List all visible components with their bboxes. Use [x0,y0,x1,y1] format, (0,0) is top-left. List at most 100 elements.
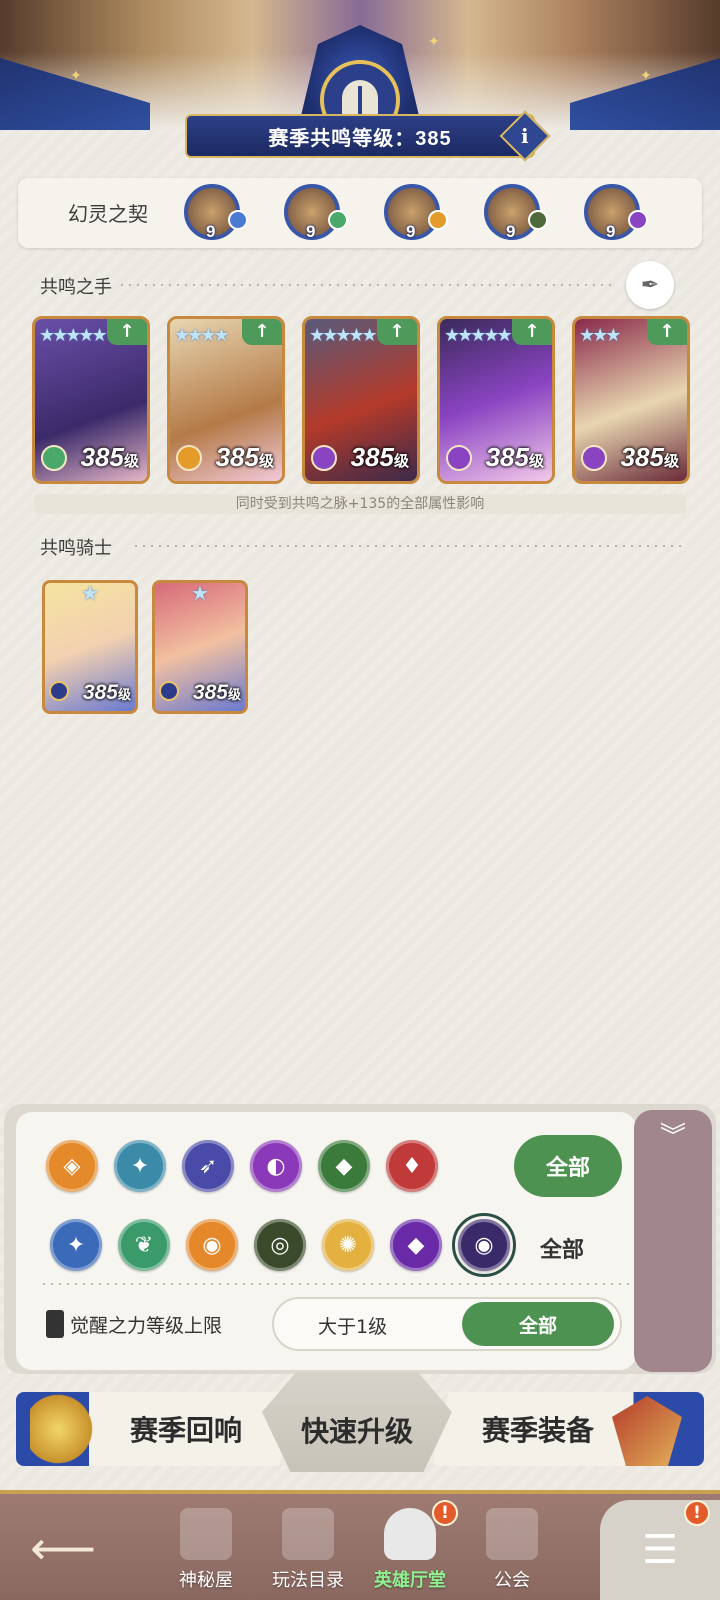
hero-level-unit: 级 [663,453,679,470]
fire-element-icon[interactable]: ◉ [186,1219,238,1271]
sparkle-icon: ✦ [428,34,440,50]
element-badge-icon [628,210,648,230]
support-class-icon[interactable]: ◐ [250,1140,302,1192]
hero-level: 385级 [621,442,679,473]
chevron-down-double-icon: ︾ [659,1122,686,1152]
awaken-level-value[interactable]: 大于1级 [318,1312,387,1339]
edit-feather-button[interactable]: ✒ [626,261,674,309]
knight-level: 385级 [193,681,241,705]
menu-icon: ☰ [642,1527,678,1573]
hero-level-value: 385 [80,442,124,472]
resonance-hero-card[interactable]: ★★★★★ ↑ 385级 [302,316,420,484]
phantom-level: 9 [406,222,416,241]
quick-upgrade-button[interactable]: 快速升级 [262,1372,452,1472]
feather-icon: ✒ [640,272,660,298]
hero-level-unit: 级 [123,453,139,470]
earth-element-icon[interactable]: ◎ [254,1219,306,1271]
resonance-hero-card[interactable]: ★★★ ↑ 385级 [572,316,690,484]
element-badge-icon [328,210,348,230]
hero-level: 385级 [81,442,139,473]
info-icon: i [521,123,529,148]
knight-star: ★ [191,581,209,605]
nav-gameplay-catalog[interactable]: 玩法目录 [258,1496,358,1600]
upgrade-arrow-icon[interactable]: ↑ [377,319,417,345]
hero-element-icon [581,445,607,471]
warrior-class-icon[interactable]: ♦ [386,1140,438,1192]
nav-label: 神秘屋 [179,1570,233,1591]
resonance-hero-card[interactable]: ★★★★★ ↑ 385级 [437,316,555,484]
hero-stars: ★★★★★ [444,325,513,346]
shield-class-icon[interactable]: ◈ [46,1140,98,1192]
hero-element-icon [41,445,67,471]
water-element-icon[interactable]: ✦ [50,1219,102,1271]
phantom-contract-item[interactable]: 9 [284,184,350,241]
season-echo-label: 赛季回响 [129,1414,242,1447]
knight-star: ★ [81,581,99,605]
resonance-hero-card[interactable]: ★★★★★ ↑ 385级 [32,316,150,484]
hero-level: 385级 [216,442,274,473]
collapse-filter-button[interactable]: ︾ [634,1110,712,1372]
dark-element-icon[interactable]: ◆ [390,1219,442,1271]
resonance-knight-card[interactable]: ★ 385级 [152,580,248,714]
void-element-icon[interactable]: ◉ [452,1213,516,1277]
upgrade-arrow-icon[interactable]: ↑ [107,319,147,345]
nav-mystery-house[interactable]: 神秘屋 [156,1496,256,1600]
menu-alert-badge: ! [684,1500,710,1526]
hero-level-value: 385 [620,442,664,472]
class-filter-all-button[interactable]: 全部 [514,1135,622,1197]
phantom-contract-item[interactable]: 9 [484,184,550,241]
resonance-knight-card[interactable]: ★ 385级 [42,580,138,714]
nav-label: 玩法目录 [272,1570,344,1591]
knight-badge-icon [159,681,179,701]
assassin-class-icon[interactable]: ◆ [318,1140,370,1192]
knight-level-unit: 级 [227,687,241,702]
hero-stars: ★★★★ [174,325,230,346]
hero-element-icon [176,445,202,471]
light-element-icon[interactable]: ✺ [322,1219,374,1271]
guild-crossed-swords-icon [486,1508,538,1560]
hero-stars: ★★★ [579,325,621,346]
phantom-level: 9 [606,222,616,241]
phantom-contract-item[interactable]: 9 [584,184,650,241]
mage-class-icon[interactable]: ✦ [114,1140,166,1192]
nav-guild[interactable]: 公会 [462,1496,562,1600]
mystery-house-icon [180,1508,232,1560]
phantom-contract-item[interactable]: 9 [184,184,250,241]
awaken-level-all-button[interactable]: 全部 [462,1302,614,1346]
phantom-level: 9 [306,222,316,241]
season-echo-icon [30,1392,100,1466]
phantom-level: 9 [206,222,216,241]
element-filter-all-button[interactable]: 全部 [540,1232,584,1264]
hero-level-unit: 级 [258,453,274,470]
resonance-knight-title: 共鸣骑士 [40,538,112,559]
resonance-hero-card[interactable]: ★★★★ ↑ 385级 [167,316,285,484]
hero-level-value: 385 [215,442,259,472]
hero-level-unit: 级 [528,453,544,470]
gameplay-catalog-icon [282,1508,334,1560]
knight-level-value: 385 [82,681,118,704]
upgrade-arrow-icon[interactable]: ↑ [647,319,687,345]
back-arrow-button[interactable]: ⟵ [30,1520,96,1576]
sparkle-icon: ✦ [640,68,652,84]
hero-level: 385级 [486,442,544,473]
awaken-level-label: 觉醒之力等级上限 [70,1315,223,1337]
element-badge-icon [428,210,448,230]
phantom-contract-title: 幻灵之契 [68,202,148,226]
archer-class-icon[interactable]: ➶ [182,1140,234,1192]
resonance-hand-title: 共鸣之手 [40,277,112,298]
hero-level-value: 385 [485,442,529,472]
upgrade-arrow-icon[interactable]: ↑ [242,319,282,345]
quick-upgrade-label: 快速升级 [300,1415,413,1448]
nav-label: 英雄厅堂 [374,1570,446,1591]
upgrade-arrow-icon[interactable]: ↑ [512,319,552,345]
element-badge-icon [228,210,248,230]
sparkle-icon: ✦ [70,68,82,84]
hero-level: 385级 [351,442,409,473]
filter-divider [40,1283,630,1285]
phantom-contract-item[interactable]: 9 [384,184,450,241]
element-badge-icon [528,210,548,230]
wind-element-icon[interactable]: ❦ [118,1219,170,1271]
section-divider [132,545,682,547]
section-divider [118,284,614,286]
knight-level-value: 385 [192,681,228,704]
